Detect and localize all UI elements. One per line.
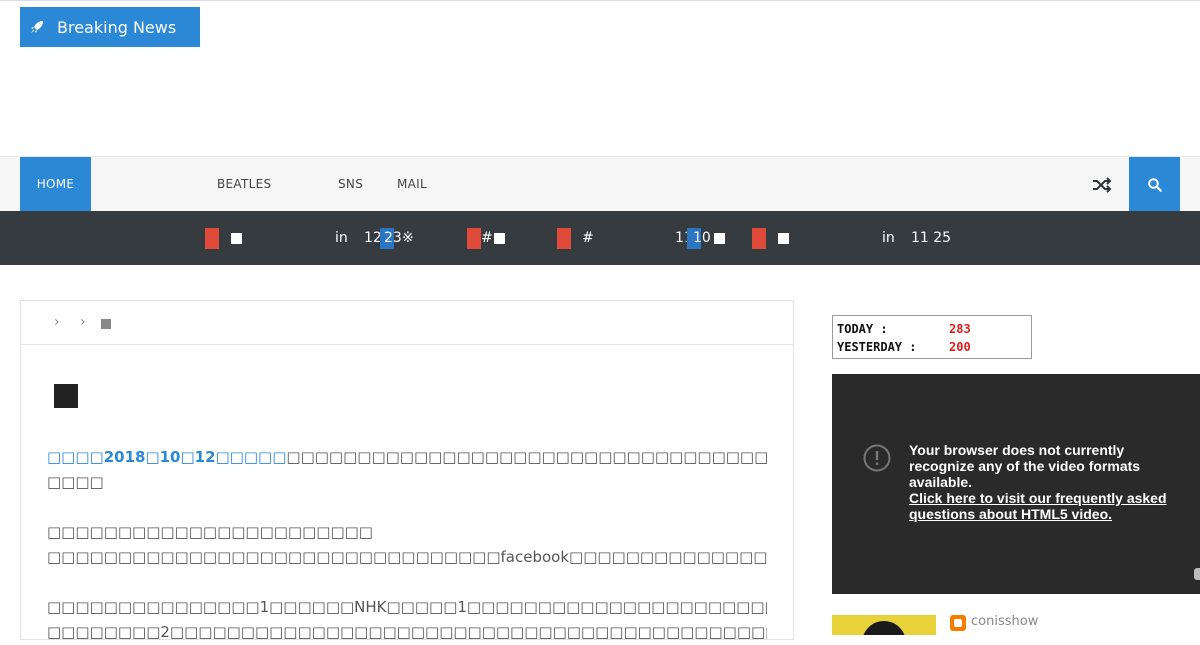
article-paragraph: □□□□2018□10□12□□□□□□□□□□□□□□□□□□□□□□□□□□…	[47, 448, 767, 466]
search-icon	[1147, 177, 1162, 192]
article-paragraph: □□□□□□□□□□□□□□□□□□□□□□□□□□□□□□□□facebook…	[47, 548, 767, 566]
video-error-message: Your browser does not currently recogniz…	[909, 442, 1189, 522]
main-navigation: HOME BEATLES SNS MAIL	[0, 156, 1200, 212]
rocket-icon	[31, 21, 43, 33]
profile-photo-figure	[862, 621, 906, 635]
ticker-text[interactable]: in	[882, 227, 895, 249]
visitor-counter: TODAY : 283 YESTERDAY : 200	[832, 315, 1032, 359]
ticker-glyph	[494, 233, 505, 244]
article-paragraph: □□□□	[47, 473, 104, 491]
counter-today-value: 283	[949, 322, 971, 336]
ticker-glyph	[778, 233, 789, 244]
ticker-glyph	[714, 233, 725, 244]
article-title	[54, 384, 78, 408]
ticker-text[interactable]: 23	[384, 227, 402, 249]
ticker-text[interactable]: 10	[693, 227, 711, 249]
breadcrumb: › ›	[21, 301, 793, 345]
video-faq-link[interactable]: Click here to visit our frequently asked…	[909, 490, 1189, 522]
article-panel: › › □□□□2018□10□12□□□□□□□□□□□□□□□□□□□□□□…	[20, 300, 794, 641]
ticker-marker	[205, 228, 219, 249]
ticker-marker	[557, 228, 571, 249]
ticker-text[interactable]: 11 25	[911, 227, 951, 249]
video-player[interactable]: Your browser does not currently recogniz…	[832, 374, 1200, 594]
profile-author-link[interactable]: conisshow	[971, 614, 1038, 629]
counter-today-label: TODAY :	[837, 322, 888, 336]
shuffle-icon	[1093, 176, 1112, 193]
ticker-text[interactable]: in	[335, 227, 348, 249]
nav-item-beatles[interactable]: BEATLES	[217, 157, 271, 212]
article-paragraph: □□□□□□□□□□□□□□□□□□□□□□□	[47, 523, 373, 541]
article-paragraph: □□□□□□□□2□□□□□□□□□□□□□□□□□□□□□□□□□□□□□□□…	[47, 623, 767, 641]
alert-icon	[863, 444, 891, 472]
nav-item-sns[interactable]: SNS	[338, 157, 363, 212]
ticker-marker	[752, 228, 766, 249]
ticker-text[interactable]: ※	[402, 227, 414, 249]
breaking-news-bar	[0, 211, 1200, 265]
ticker-text[interactable]: #	[481, 227, 493, 249]
breaking-news-label: Breaking News	[20, 7, 200, 47]
counter-yesterday-label: YESTERDAY :	[837, 340, 917, 354]
video-scroll-handle[interactable]	[1194, 568, 1200, 580]
article-paragraph: □□□□□□□□□□□□□□□1□□□□□□NHK□□□□□1□□□□□□□□□…	[47, 598, 767, 616]
nav-item-home[interactable]: HOME	[20, 157, 91, 212]
nav-item-mail[interactable]: MAIL	[397, 157, 427, 212]
ticker-glyph	[231, 233, 242, 244]
search-button[interactable]	[1129, 157, 1180, 212]
random-post-button[interactable]	[1084, 157, 1120, 212]
profile-photo[interactable]	[832, 615, 936, 635]
breadcrumb-current[interactable]	[101, 319, 111, 329]
breaking-news-text: Breaking News	[57, 17, 177, 37]
ticker-text[interactable]: #	[582, 227, 594, 249]
breadcrumb-separator: ›	[54, 314, 60, 330]
breadcrumb-separator: ›	[80, 314, 86, 330]
blogger-icon	[950, 615, 966, 631]
article-date-link[interactable]: □□□□2018□10□12□□□□□	[47, 448, 286, 466]
counter-yesterday-value: 200	[949, 340, 971, 354]
ticker-marker	[467, 228, 481, 249]
